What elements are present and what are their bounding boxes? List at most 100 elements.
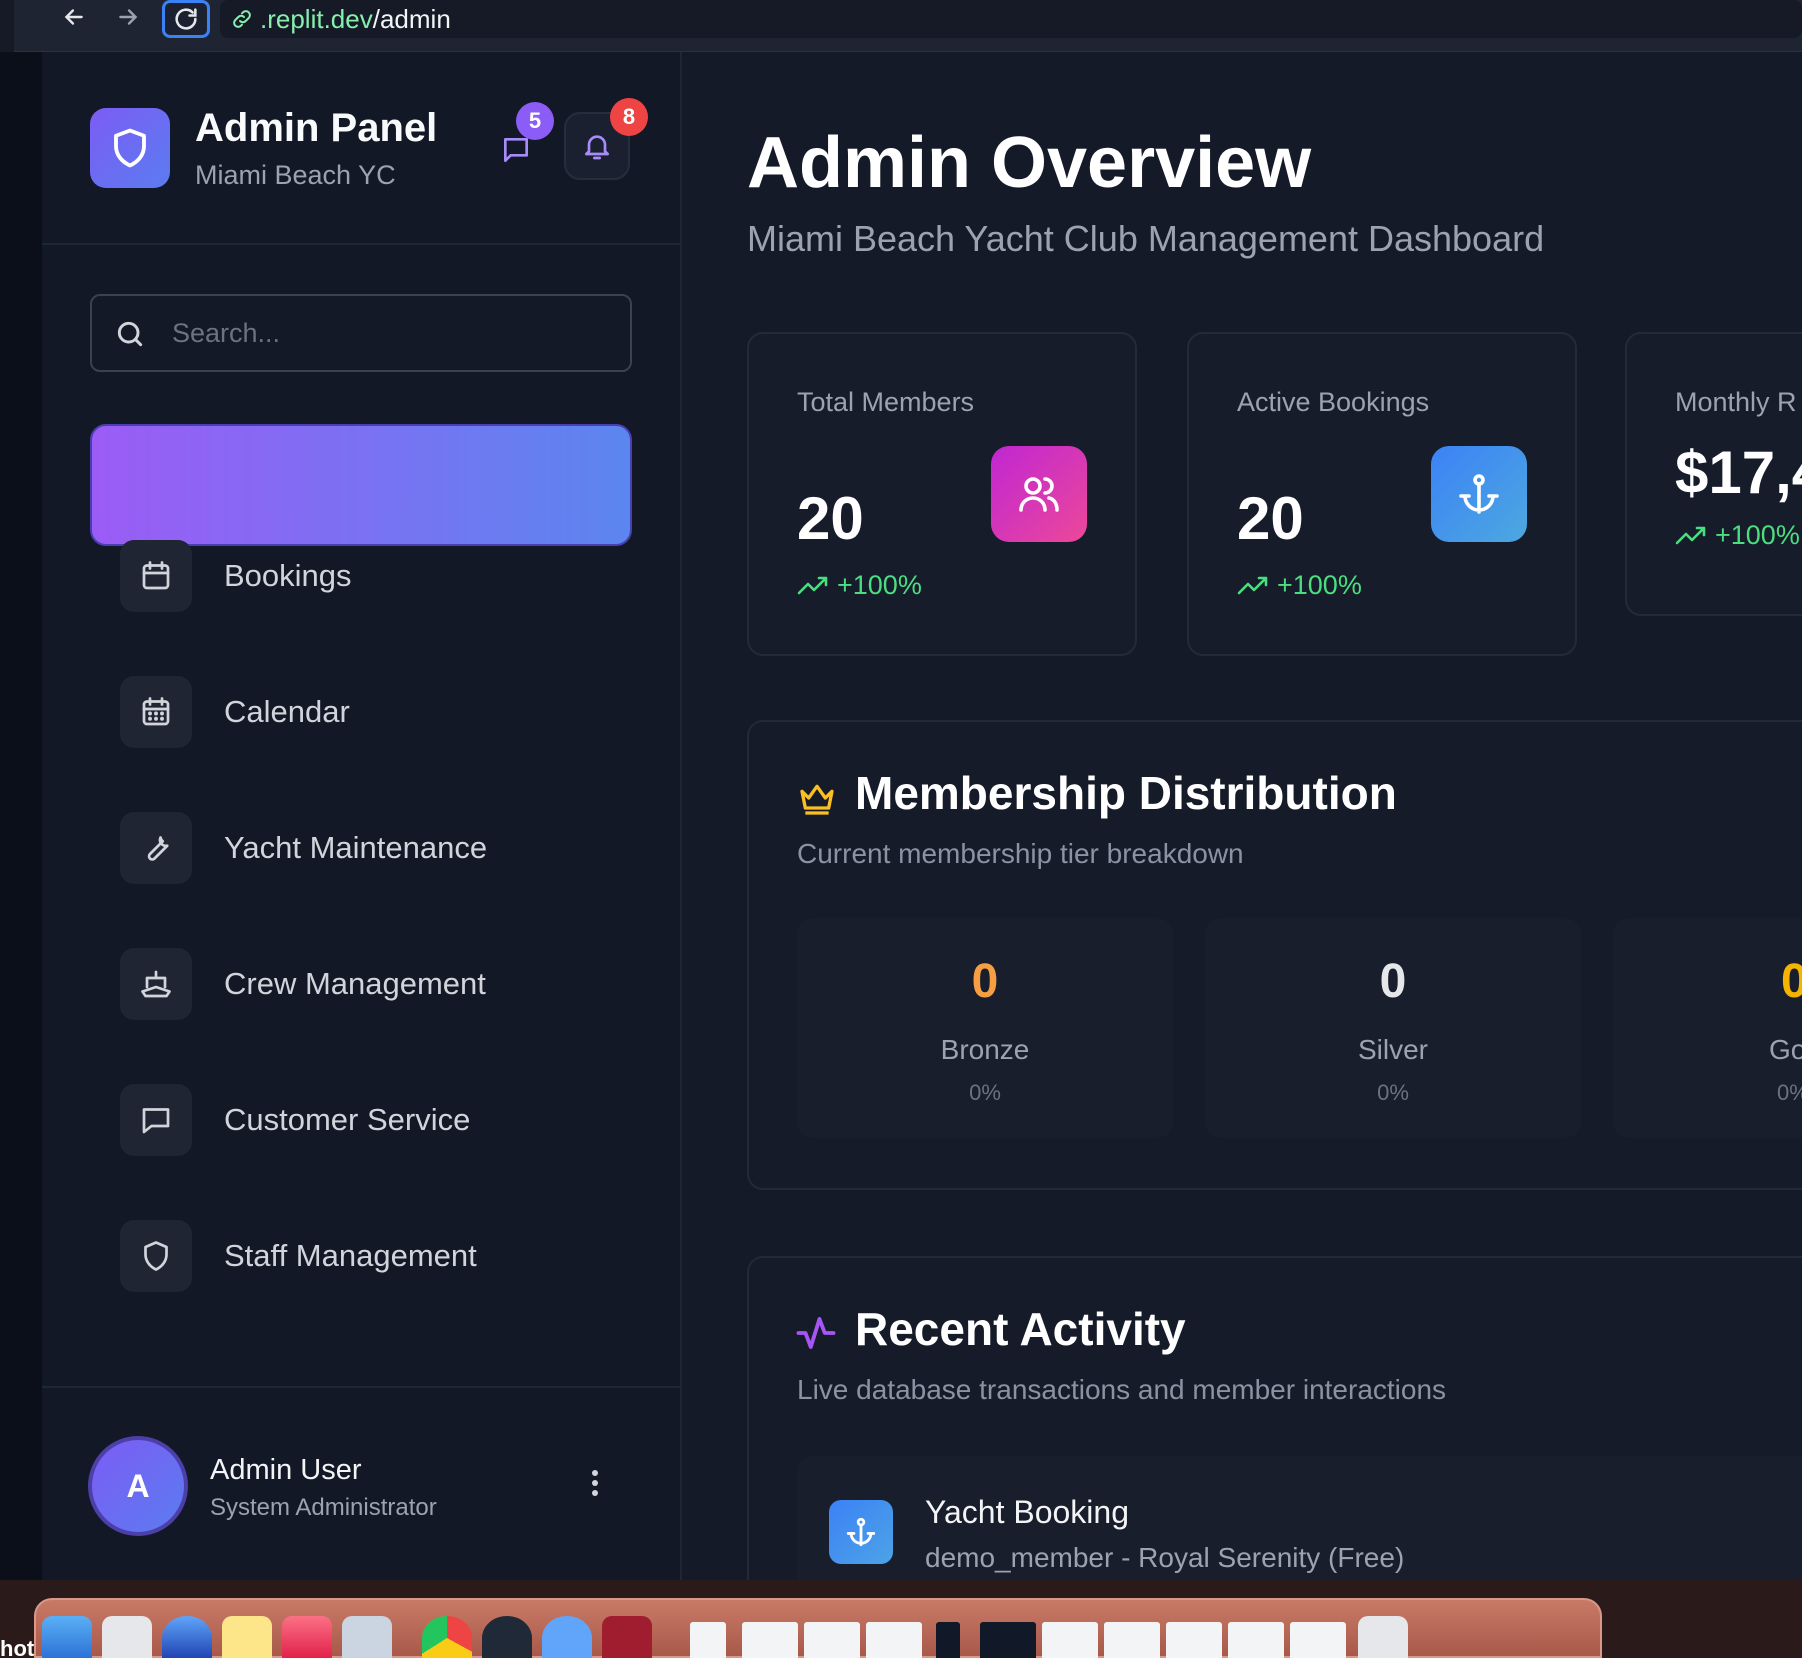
stat-icon-box bbox=[1431, 446, 1527, 542]
tier-percent: 0% bbox=[1377, 1080, 1409, 1105]
page-subtitle: Miami Beach Yacht Club Management Dashbo… bbox=[747, 218, 1545, 259]
stat-label: Total Members bbox=[797, 387, 975, 417]
message-icon bbox=[504, 138, 528, 162]
tier-card-gold: 0 Go 0% bbox=[1613, 918, 1802, 1138]
sidebar-item-label: Staff Management bbox=[224, 1238, 477, 1273]
arrow-left-icon bbox=[64, 9, 83, 25]
brand-subtitle: Miami Beach YC bbox=[195, 160, 396, 190]
user-role: System Administrator bbox=[210, 1494, 437, 1521]
messages-badge: 5 bbox=[516, 102, 554, 140]
launchpad-icon[interactable] bbox=[102, 1616, 152, 1658]
nav-icon-box bbox=[120, 676, 192, 748]
trash-icon[interactable] bbox=[1358, 1616, 1408, 1658]
shield-icon bbox=[144, 1241, 168, 1271]
window-thumbnail[interactable] bbox=[690, 1622, 726, 1658]
crown-icon bbox=[800, 784, 834, 815]
window-thumbnail[interactable] bbox=[936, 1622, 960, 1658]
sidebar-footer: A Admin User System Administrator bbox=[42, 1386, 682, 1580]
avatar[interactable]: A bbox=[88, 1436, 188, 1536]
stat-card-total-members: Total Members 20 +100% bbox=[747, 332, 1137, 656]
stat-value: 20 bbox=[797, 485, 864, 552]
sidebar-item-yacht-maintenance[interactable]: Yacht Maintenance bbox=[120, 812, 620, 884]
stat-label: Active Bookings bbox=[1237, 387, 1430, 417]
users-icon bbox=[1019, 477, 1059, 512]
preview-icon[interactable] bbox=[342, 1616, 392, 1658]
tier-percent: 0% bbox=[1777, 1080, 1802, 1105]
activity-description: demo_member - Royal Serenity (Free) bbox=[925, 1542, 1405, 1573]
link-icon bbox=[233, 10, 251, 28]
user-menu-button[interactable] bbox=[580, 1458, 610, 1508]
chrome-icon[interactable] bbox=[422, 1616, 472, 1658]
shield-icon bbox=[114, 128, 146, 168]
ship-icon bbox=[141, 970, 171, 998]
app-icon[interactable] bbox=[482, 1616, 532, 1658]
membership-distribution-panel: Membership Distribution Current membersh… bbox=[747, 720, 1802, 1190]
notes-icon[interactable] bbox=[222, 1616, 272, 1658]
window-thumbnail[interactable] bbox=[866, 1622, 922, 1658]
sidebar-item-customer-service[interactable]: Customer Service bbox=[120, 1084, 620, 1156]
safari-icon[interactable] bbox=[162, 1616, 212, 1658]
stat-trend: +100% bbox=[1675, 520, 1800, 551]
sidebar-item-bookings[interactable]: Bookings bbox=[120, 540, 620, 612]
recent-activity-panel: Recent Activity Live database transactio… bbox=[747, 1256, 1802, 1580]
more-vertical-icon bbox=[592, 1470, 598, 1496]
nav-icon-box bbox=[120, 1084, 192, 1156]
window-thumbnail[interactable] bbox=[1166, 1622, 1222, 1658]
search-box bbox=[90, 294, 632, 372]
sidebar-item-crew-management[interactable]: Crew Management bbox=[120, 948, 620, 1020]
sidebar: Admin Panel Miami Beach YC 5 8 Bookings bbox=[42, 52, 682, 1580]
tier-count: 0 bbox=[1781, 955, 1802, 1008]
dictionary-icon[interactable] bbox=[602, 1616, 652, 1658]
panel-title: Membership Distribution bbox=[855, 767, 1397, 819]
forward-button[interactable] bbox=[108, 0, 148, 34]
window-thumbnail[interactable] bbox=[1104, 1622, 1160, 1658]
tier-card-bronze: 0 Bronze 0% bbox=[797, 918, 1173, 1138]
dock bbox=[34, 1598, 1602, 1658]
address-bar[interactable]: .replit.dev/admin bbox=[220, 0, 1802, 38]
sidebar-item-label: Calendar bbox=[224, 694, 350, 729]
window-thumbnail[interactable] bbox=[1042, 1622, 1098, 1658]
activity-icon bbox=[796, 1317, 836, 1349]
stat-trend-text: +100% bbox=[1715, 520, 1800, 550]
page-title: Admin Overview bbox=[747, 123, 1312, 203]
anchor-icon bbox=[1459, 474, 1499, 514]
desktop-label: hot bbox=[0, 1636, 35, 1658]
message-icon bbox=[142, 1108, 170, 1134]
window-thumbnail[interactable] bbox=[980, 1622, 1036, 1658]
nav-icon-box bbox=[120, 1220, 192, 1292]
calendar-days-icon bbox=[142, 697, 170, 726]
search-input[interactable] bbox=[172, 296, 612, 370]
sidebar-item-active[interactable] bbox=[90, 424, 632, 546]
nav-icon-box bbox=[120, 812, 192, 884]
bell-icon bbox=[585, 135, 609, 160]
window-thumbnail[interactable] bbox=[804, 1622, 860, 1658]
tier-name: Silver bbox=[1357, 1034, 1428, 1065]
tier-name: Go bbox=[1769, 1034, 1802, 1065]
activity-item[interactable]: Yacht Booking demo_member - Royal Sereni… bbox=[797, 1456, 1802, 1580]
window-thumbnail[interactable] bbox=[1290, 1622, 1346, 1658]
stat-card-monthly-revenue: Monthly R $17,4 +100% bbox=[1625, 332, 1802, 616]
tier-count: 0 bbox=[971, 955, 999, 1008]
sidebar-item-label: Crew Management bbox=[224, 966, 486, 1001]
reload-icon bbox=[175, 8, 197, 30]
brand-title: Admin Panel bbox=[195, 106, 438, 150]
stat-value: $17,4 bbox=[1675, 439, 1802, 506]
back-button[interactable] bbox=[54, 0, 94, 34]
window-thumbnail[interactable] bbox=[742, 1622, 798, 1658]
trending-up-icon bbox=[1675, 526, 1706, 544]
tier-count: 0 bbox=[1379, 955, 1407, 1008]
user-name: Admin User bbox=[210, 1454, 362, 1486]
finder-icon[interactable] bbox=[42, 1616, 92, 1658]
window-thumbnail[interactable] bbox=[1228, 1622, 1284, 1658]
browser-toolbar: .replit.dev/admin bbox=[0, 0, 1802, 52]
stat-trend-text: +100% bbox=[1277, 570, 1362, 600]
sidebar-item-staff-management[interactable]: Staff Management bbox=[120, 1220, 620, 1292]
browser-edge bbox=[0, 0, 14, 52]
url-path: /admin bbox=[372, 3, 451, 34]
sidebar-item-label: Yacht Maintenance bbox=[224, 830, 488, 865]
reload-button[interactable] bbox=[162, 0, 210, 38]
quicktime-icon[interactable] bbox=[542, 1616, 592, 1658]
music-icon[interactable] bbox=[282, 1616, 332, 1658]
sidebar-item-calendar[interactable]: Calendar bbox=[120, 676, 620, 748]
sidebar-item-label: Customer Service bbox=[224, 1102, 471, 1137]
